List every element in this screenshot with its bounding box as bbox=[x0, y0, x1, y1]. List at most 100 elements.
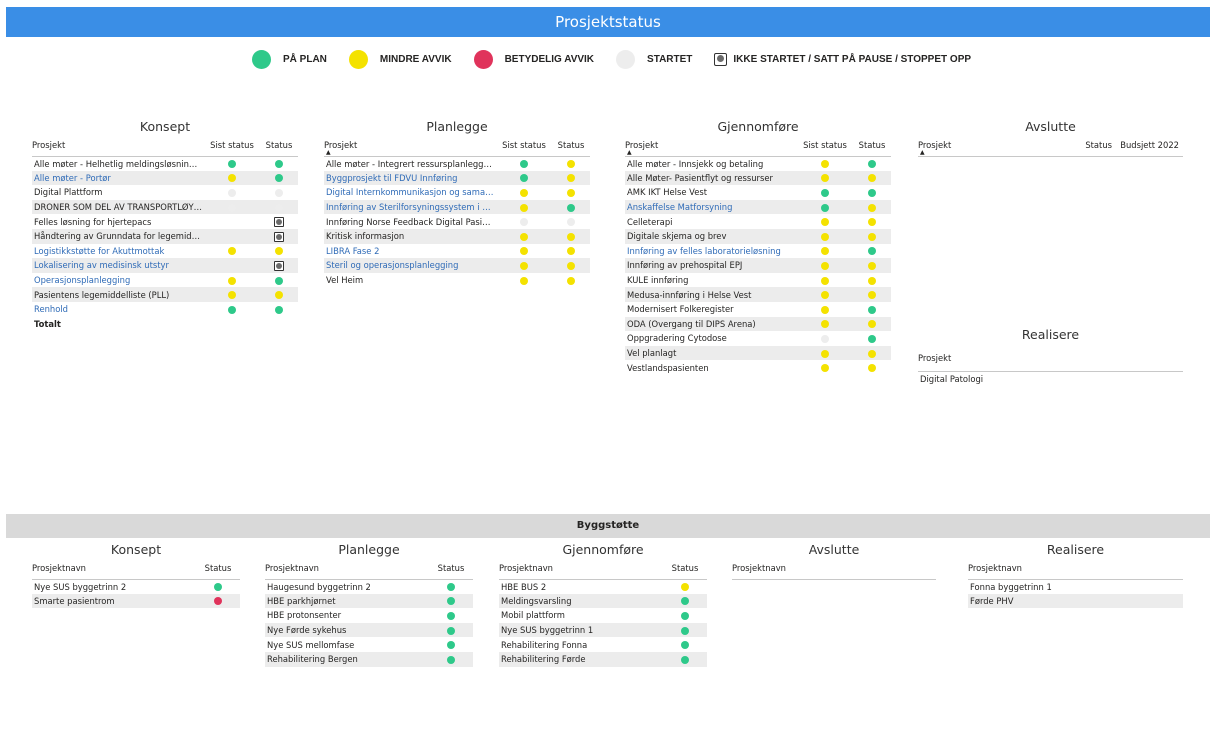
column-header-status[interactable]: Status bbox=[1078, 136, 1116, 157]
table-row[interactable]: Operasjonsplanlegging bbox=[32, 273, 298, 288]
project-name[interactable]: LIBRA Fase 2 bbox=[324, 244, 496, 259]
project-name[interactable]: Anskaffelse Matforsyning bbox=[625, 199, 797, 215]
table-row[interactable]: Rehabilitering Førde bbox=[499, 651, 707, 667]
project-name[interactable]: Steril og operasjonsplanlegging bbox=[324, 258, 496, 273]
column-header-prosjektnavn[interactable]: Prosjektnavn bbox=[499, 559, 663, 580]
project-name[interactable]: Renhold bbox=[32, 302, 204, 317]
yellow-status-icon bbox=[868, 218, 876, 227]
column-header-prosjekt[interactable]: Prosjekt ▲ bbox=[324, 136, 496, 157]
table-row[interactable]: Oppgradering Cytodose bbox=[625, 331, 891, 346]
project-name[interactable]: Logistikkstøtte for Akuttmottak bbox=[32, 244, 204, 259]
yellow-status-icon bbox=[868, 291, 876, 300]
table-row[interactable]: AMK IKT Helse Vest bbox=[625, 185, 891, 200]
sist-status-cell bbox=[797, 258, 853, 273]
table-row[interactable]: Byggprosjekt til FDVU Innføring bbox=[324, 170, 590, 186]
column-header-prosjekt[interactable]: Prosjekt ▲ bbox=[918, 136, 1078, 157]
sist-status-cell bbox=[797, 185, 853, 200]
table-row[interactable]: Kritisk informasjon bbox=[324, 228, 590, 244]
table-row[interactable]: Renhold bbox=[32, 302, 298, 317]
sist-status-cell bbox=[797, 345, 853, 361]
table-row[interactable]: Logistikkstøtte for Akuttmottak bbox=[32, 244, 298, 259]
column-header-status[interactable]: Status bbox=[663, 559, 707, 580]
table-row[interactable]: LIBRA Fase 2 bbox=[324, 244, 590, 259]
table-row[interactable]: Meldingsvarsling bbox=[499, 593, 707, 609]
column-header-status[interactable]: Status bbox=[552, 136, 590, 157]
column-header-prosjekt[interactable]: Prosjekt bbox=[918, 347, 1183, 372]
table-row[interactable]: Alle møter - Portør bbox=[32, 170, 298, 186]
table-row[interactable]: Digital Internkommunikasjon og samarbeid bbox=[324, 185, 590, 200]
table-row[interactable]: Smarte pasientrom bbox=[32, 593, 240, 609]
table-row[interactable]: Modernisert Folkeregister bbox=[625, 302, 891, 317]
column-header-prosjektnavn[interactable]: Prosjektnavn bbox=[732, 559, 936, 580]
table-row[interactable]: Rehabilitering Bergen bbox=[265, 651, 473, 667]
table-row[interactable]: Fonna byggetrinn 1 bbox=[968, 579, 1183, 594]
table-row[interactable]: HBE BUS 2 bbox=[499, 579, 707, 594]
table-row[interactable]: Celleterapi bbox=[625, 214, 891, 229]
column-header-status[interactable]: Status bbox=[429, 559, 473, 580]
table-row[interactable]: Alle møter - Integrert ressursplanleggin… bbox=[324, 156, 590, 171]
table-row[interactable]: Digital Patologi bbox=[918, 371, 1183, 386]
project-name[interactable]: Innføring av Sterilforsyningssystem i He… bbox=[324, 199, 496, 215]
table-row[interactable]: Anskaffelse Matforsyning bbox=[625, 199, 891, 215]
table-row[interactable]: Vestlandspasienten bbox=[625, 360, 891, 375]
column-header-status[interactable]: Status bbox=[853, 136, 891, 157]
table-row[interactable]: Innføring av felles laboratorieløsning bbox=[625, 244, 891, 259]
table-row[interactable]: Førde PHV bbox=[968, 593, 1183, 609]
table-row[interactable]: Lokalisering av medisinsk utstyr bbox=[32, 258, 298, 273]
table-row[interactable]: HBE protonsenter bbox=[265, 608, 473, 623]
column-header-prosjektnavn[interactable]: Prosjektnavn bbox=[968, 559, 1183, 580]
column-header-prosjekt[interactable]: Prosjekt bbox=[32, 136, 204, 157]
project-name[interactable]: Operasjonsplanlegging bbox=[32, 273, 204, 288]
column-header-status[interactable]: Status bbox=[196, 559, 240, 580]
bygg-gjennomfore-section: Gjennomføre Prosjektnavn Status HBE BUS … bbox=[499, 541, 707, 667]
table-row[interactable]: ODA (Overgang til DIPS Arena) bbox=[625, 316, 891, 332]
table-row[interactable]: HBE parkhjørnet bbox=[265, 593, 473, 609]
table-row[interactable]: Felles løsning for hjertepacs bbox=[32, 214, 298, 229]
table-row[interactable]: Innføring av Sterilforsyningssystem i He… bbox=[324, 199, 590, 215]
table-row[interactable]: Alle møter - Innsjekk og betaling bbox=[625, 156, 891, 171]
table-row[interactable]: Digitale skjema og brev bbox=[625, 228, 891, 244]
table-row[interactable]: DRONER SOM DEL AV TRANSPORTLØYSING bbox=[32, 199, 298, 215]
table-row[interactable]: Digital Plattform bbox=[32, 185, 298, 200]
table-row[interactable]: Vel Heim bbox=[324, 273, 590, 288]
table-row[interactable]: Nye Førde sykehus bbox=[265, 622, 473, 638]
yellow-status-icon bbox=[228, 174, 236, 183]
table-row[interactable]: Haugesund byggetrinn 2 bbox=[265, 579, 473, 594]
table-row[interactable]: Pasientens legemiddelliste (PLL) bbox=[32, 287, 298, 302]
table-row[interactable]: Rehabilitering Fonna bbox=[499, 637, 707, 652]
column-header-prosjekt[interactable]: Prosjekt ▲ bbox=[625, 136, 797, 157]
column-header-sist-status[interactable]: Sist status bbox=[496, 136, 552, 157]
column-header-budsjett[interactable]: Budsjett 2022 bbox=[1116, 136, 1183, 157]
yellow-status-icon bbox=[567, 247, 575, 256]
sist-status-cell bbox=[204, 273, 260, 288]
column-header-prosjektnavn[interactable]: Prosjektnavn bbox=[265, 559, 429, 580]
column-header-sist-status[interactable]: Sist status bbox=[204, 136, 260, 157]
paused-status-icon bbox=[274, 260, 284, 271]
status-cell bbox=[663, 651, 707, 667]
project-name[interactable]: Digital Internkommunikasjon og samarbeid bbox=[324, 185, 496, 200]
table-row[interactable]: Mobil plattform bbox=[499, 608, 707, 623]
table-row[interactable]: Nye SUS mellomfase bbox=[265, 637, 473, 652]
table-row[interactable]: KULE innføring bbox=[625, 273, 891, 288]
table-row[interactable]: Innføring Norse Feedback Digital Pasient… bbox=[324, 214, 590, 229]
table-row[interactable]: Nye SUS byggetrinn 2 bbox=[32, 579, 240, 594]
yellow-status-icon bbox=[520, 261, 528, 270]
status-cell bbox=[853, 287, 891, 302]
project-name[interactable]: Innføring av felles laboratorieløsning bbox=[625, 244, 797, 259]
table-row[interactable]: Alle møter - Helhetlig meldingsløsning o… bbox=[32, 156, 298, 171]
project-name[interactable]: Byggprosjekt til FDVU Innføring bbox=[324, 170, 496, 186]
project-name[interactable]: Lokalisering av medisinsk utstyr bbox=[32, 258, 204, 273]
table-row[interactable]: Vel planlagt bbox=[625, 345, 891, 361]
table-row[interactable]: Medusa-innføring i Helse Vest bbox=[625, 287, 891, 302]
byggstotte-header: Byggstøtte bbox=[6, 514, 1210, 538]
table-row[interactable]: Håndtering av Grunndata for legemiddel bbox=[32, 228, 298, 244]
column-header-status[interactable]: Status bbox=[260, 136, 298, 157]
yellow-status-icon bbox=[821, 261, 829, 270]
column-header-sist-status[interactable]: Sist status bbox=[797, 136, 853, 157]
project-name[interactable]: Alle møter - Portør bbox=[32, 170, 204, 186]
table-row[interactable]: Nye SUS byggetrinn 1 bbox=[499, 622, 707, 638]
column-header-prosjektnavn[interactable]: Prosjektnavn bbox=[32, 559, 196, 580]
table-row[interactable]: Innføring av prehospital EPJ bbox=[625, 258, 891, 273]
table-row[interactable]: Steril og operasjonsplanlegging bbox=[324, 258, 590, 273]
table-row[interactable]: Alle Møter- Pasientflyt og ressurser bbox=[625, 170, 891, 186]
